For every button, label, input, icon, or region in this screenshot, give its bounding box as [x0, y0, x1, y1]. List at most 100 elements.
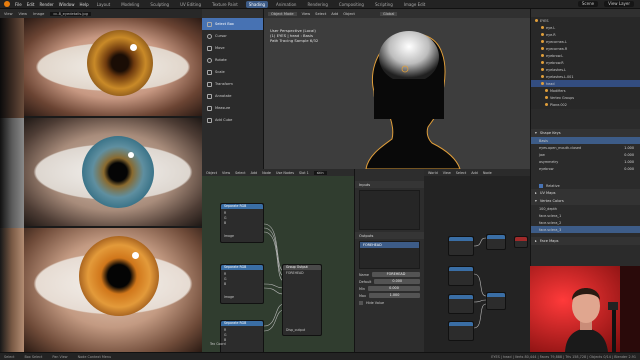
outliner-row[interactable]: eye.L	[531, 24, 640, 31]
menu-render[interactable]: Render	[39, 2, 53, 7]
node-editor-2[interactable]	[424, 176, 530, 352]
add-menu[interactable]: Add	[471, 171, 478, 175]
scene-selector[interactable]: Scene	[577, 1, 599, 7]
default-field[interactable]: 0.000	[374, 279, 420, 284]
tab-texture-paint[interactable]: Texture Paint	[209, 1, 241, 8]
shape-key-row[interactable]: eyebrow 0.000	[531, 165, 640, 172]
view-menu[interactable]: View	[302, 12, 311, 16]
world-dropdown[interactable]: World	[428, 171, 438, 175]
object-dropdown[interactable]: Object	[206, 171, 217, 175]
tab-uv-editing[interactable]: UV Editing	[177, 1, 204, 8]
vertex-color-row[interactable]: 100_depth	[531, 205, 640, 212]
shape-key-row[interactable]: Basis	[531, 137, 640, 144]
outliner-row[interactable]: eyebrow.L	[531, 52, 640, 59]
image-filename[interactable]: cc-8_eyedetails.jpg	[50, 11, 91, 16]
menu-edit[interactable]: Edit	[27, 2, 35, 7]
shape-key-value[interactable]: 1.000	[624, 160, 634, 164]
min-field[interactable]: 0.000	[368, 286, 420, 291]
tab-sculpting[interactable]: Sculpting	[147, 1, 172, 8]
output-node[interactable]	[514, 236, 528, 248]
math-node[interactable]	[448, 294, 474, 314]
tab-animation[interactable]: Animation	[273, 1, 299, 8]
outliner-row[interactable]: eyecornea.L	[531, 38, 640, 45]
max-field[interactable]: 1.000	[369, 293, 420, 298]
outliner-row[interactable]: eyelashes.L	[531, 66, 640, 73]
combine-node[interactable]	[486, 292, 506, 310]
3d-viewport[interactable]: Object Mode View Select Add Object Globa…	[264, 9, 530, 169]
tool-rotate[interactable]: Rotate	[202, 54, 263, 66]
name-field[interactable]: FOREHEAD	[372, 272, 420, 277]
view-menu[interactable]: View	[222, 171, 230, 175]
outliner[interactable]: EYES eye.L eye.R eyecornea.L eyecornea.R eyeb…	[530, 9, 640, 109]
tab-modeling[interactable]: Modeling	[118, 1, 142, 8]
shape-key-value[interactable]: 0.000	[624, 153, 634, 157]
relative-checkbox-row[interactable]: Relative	[531, 182, 640, 189]
object-mode-dropdown[interactable]: Object Mode	[268, 11, 297, 16]
vertex-color-row[interactable]: face.sclera_2	[531, 219, 640, 226]
shape-key-row[interactable]: eyes.open_mouth.closed 1.000	[531, 144, 640, 151]
math-node[interactable]	[448, 321, 474, 341]
image-viewer[interactable]: View View Image cc-8_eyedetails.jpg	[0, 9, 202, 352]
tab-layout[interactable]: Layout	[94, 1, 114, 8]
outliner-row[interactable]: head	[531, 80, 640, 87]
hide-value-row[interactable]: Hide Value	[355, 299, 424, 306]
tab-image-edit[interactable]: Image Edit	[401, 1, 429, 8]
select-menu[interactable]: Select	[235, 171, 245, 175]
outliner-row[interactable]: Vertex Groups	[531, 94, 640, 101]
outliner-row[interactable]: Modifiers	[531, 87, 640, 94]
node-editor[interactable]: Separate RGB RGB Image Separate RGB RGB …	[202, 176, 354, 352]
shape-keys-header[interactable]: ▾ Shape Keys	[531, 129, 640, 137]
view-layer-selector[interactable]: View Layer	[604, 1, 634, 7]
transform-orientation-dropdown[interactable]: Global	[379, 11, 398, 16]
math-node[interactable]	[448, 266, 474, 286]
use-nodes-toggle[interactable]: Use Nodes	[276, 171, 294, 175]
blender-logo-icon[interactable]	[4, 1, 10, 7]
tab-shading[interactable]: Shading	[245, 0, 269, 8]
material-dropdown[interactable]: skin	[313, 170, 327, 175]
tool-move[interactable]: Move	[202, 42, 263, 54]
outputs-list[interactable]: FOREHEAD	[359, 241, 420, 269]
group-output-node[interactable]: Group Output FOREHEAD Disp_output	[282, 264, 322, 336]
separate-rgb-node[interactable]: Separate RGB RGB	[220, 320, 264, 352]
tool-measure[interactable]: Measure	[202, 102, 263, 114]
shape-key-row[interactable]: jaw 0.000	[531, 151, 640, 158]
vertex-colors-header[interactable]: ▾ Vertex Colors	[531, 197, 640, 205]
shape-key-value[interactable]: 0.000	[624, 167, 634, 171]
outliner-row[interactable]: eyelashes.L.001	[531, 73, 640, 80]
image-menu[interactable]: Image	[33, 12, 44, 16]
properties-panel[interactable]: ▾ Shape Keys Basis eyes.open_mouth.closed…	[530, 109, 640, 266]
select-menu[interactable]: Select	[315, 12, 326, 16]
separate-rgb-node[interactable]: Separate RGB RGB Image	[220, 264, 264, 304]
tool-scale[interactable]: Scale	[202, 66, 263, 78]
outliner-row[interactable]: EYES	[531, 17, 640, 24]
shape-key-value[interactable]: 1.000	[624, 146, 634, 150]
node-sidebar[interactable]: Inputs Outputs FOREHEAD Name FOREHEAD Def…	[354, 169, 424, 352]
slot-dropdown[interactable]: Slot 1	[299, 171, 309, 175]
add-menu[interactable]: Add	[331, 12, 338, 16]
node-menu[interactable]: Node	[262, 171, 271, 175]
vertex-color-row[interactable]: face.sclera_3	[531, 226, 640, 233]
view-menu[interactable]: View	[4, 12, 13, 16]
vertex-color-row[interactable]: face.sclera_1	[531, 212, 640, 219]
combine-node[interactable]	[486, 234, 506, 250]
menu-help[interactable]: Help	[79, 2, 88, 7]
add-menu[interactable]: Add	[251, 171, 258, 175]
tool-annotate[interactable]: Annotate	[202, 90, 263, 102]
separate-rgb-node[interactable]: Separate RGB RGB Image	[220, 203, 264, 243]
inputs-list[interactable]	[359, 190, 420, 230]
tool-select-box[interactable]: Select Box	[202, 18, 263, 30]
checkbox-checked-icon[interactable]	[539, 183, 543, 188]
tool-transform[interactable]: Transform	[202, 78, 263, 90]
view-menu[interactable]: View	[443, 171, 451, 175]
math-node[interactable]	[448, 236, 474, 256]
node-menu[interactable]: Node	[483, 171, 492, 175]
inputs-header[interactable]: Inputs	[355, 181, 424, 188]
outliner-row[interactable]: eyebrow.R	[531, 59, 640, 66]
object-menu[interactable]: Object	[343, 12, 355, 16]
menu-window[interactable]: Window	[59, 2, 75, 7]
checkbox-icon[interactable]	[359, 300, 363, 305]
output-item[interactable]: FOREHEAD	[360, 242, 419, 248]
tab-compositing[interactable]: Compositing	[336, 1, 367, 8]
menu-file[interactable]: File	[15, 2, 22, 7]
outliner-row[interactable]: eye.R	[531, 31, 640, 38]
